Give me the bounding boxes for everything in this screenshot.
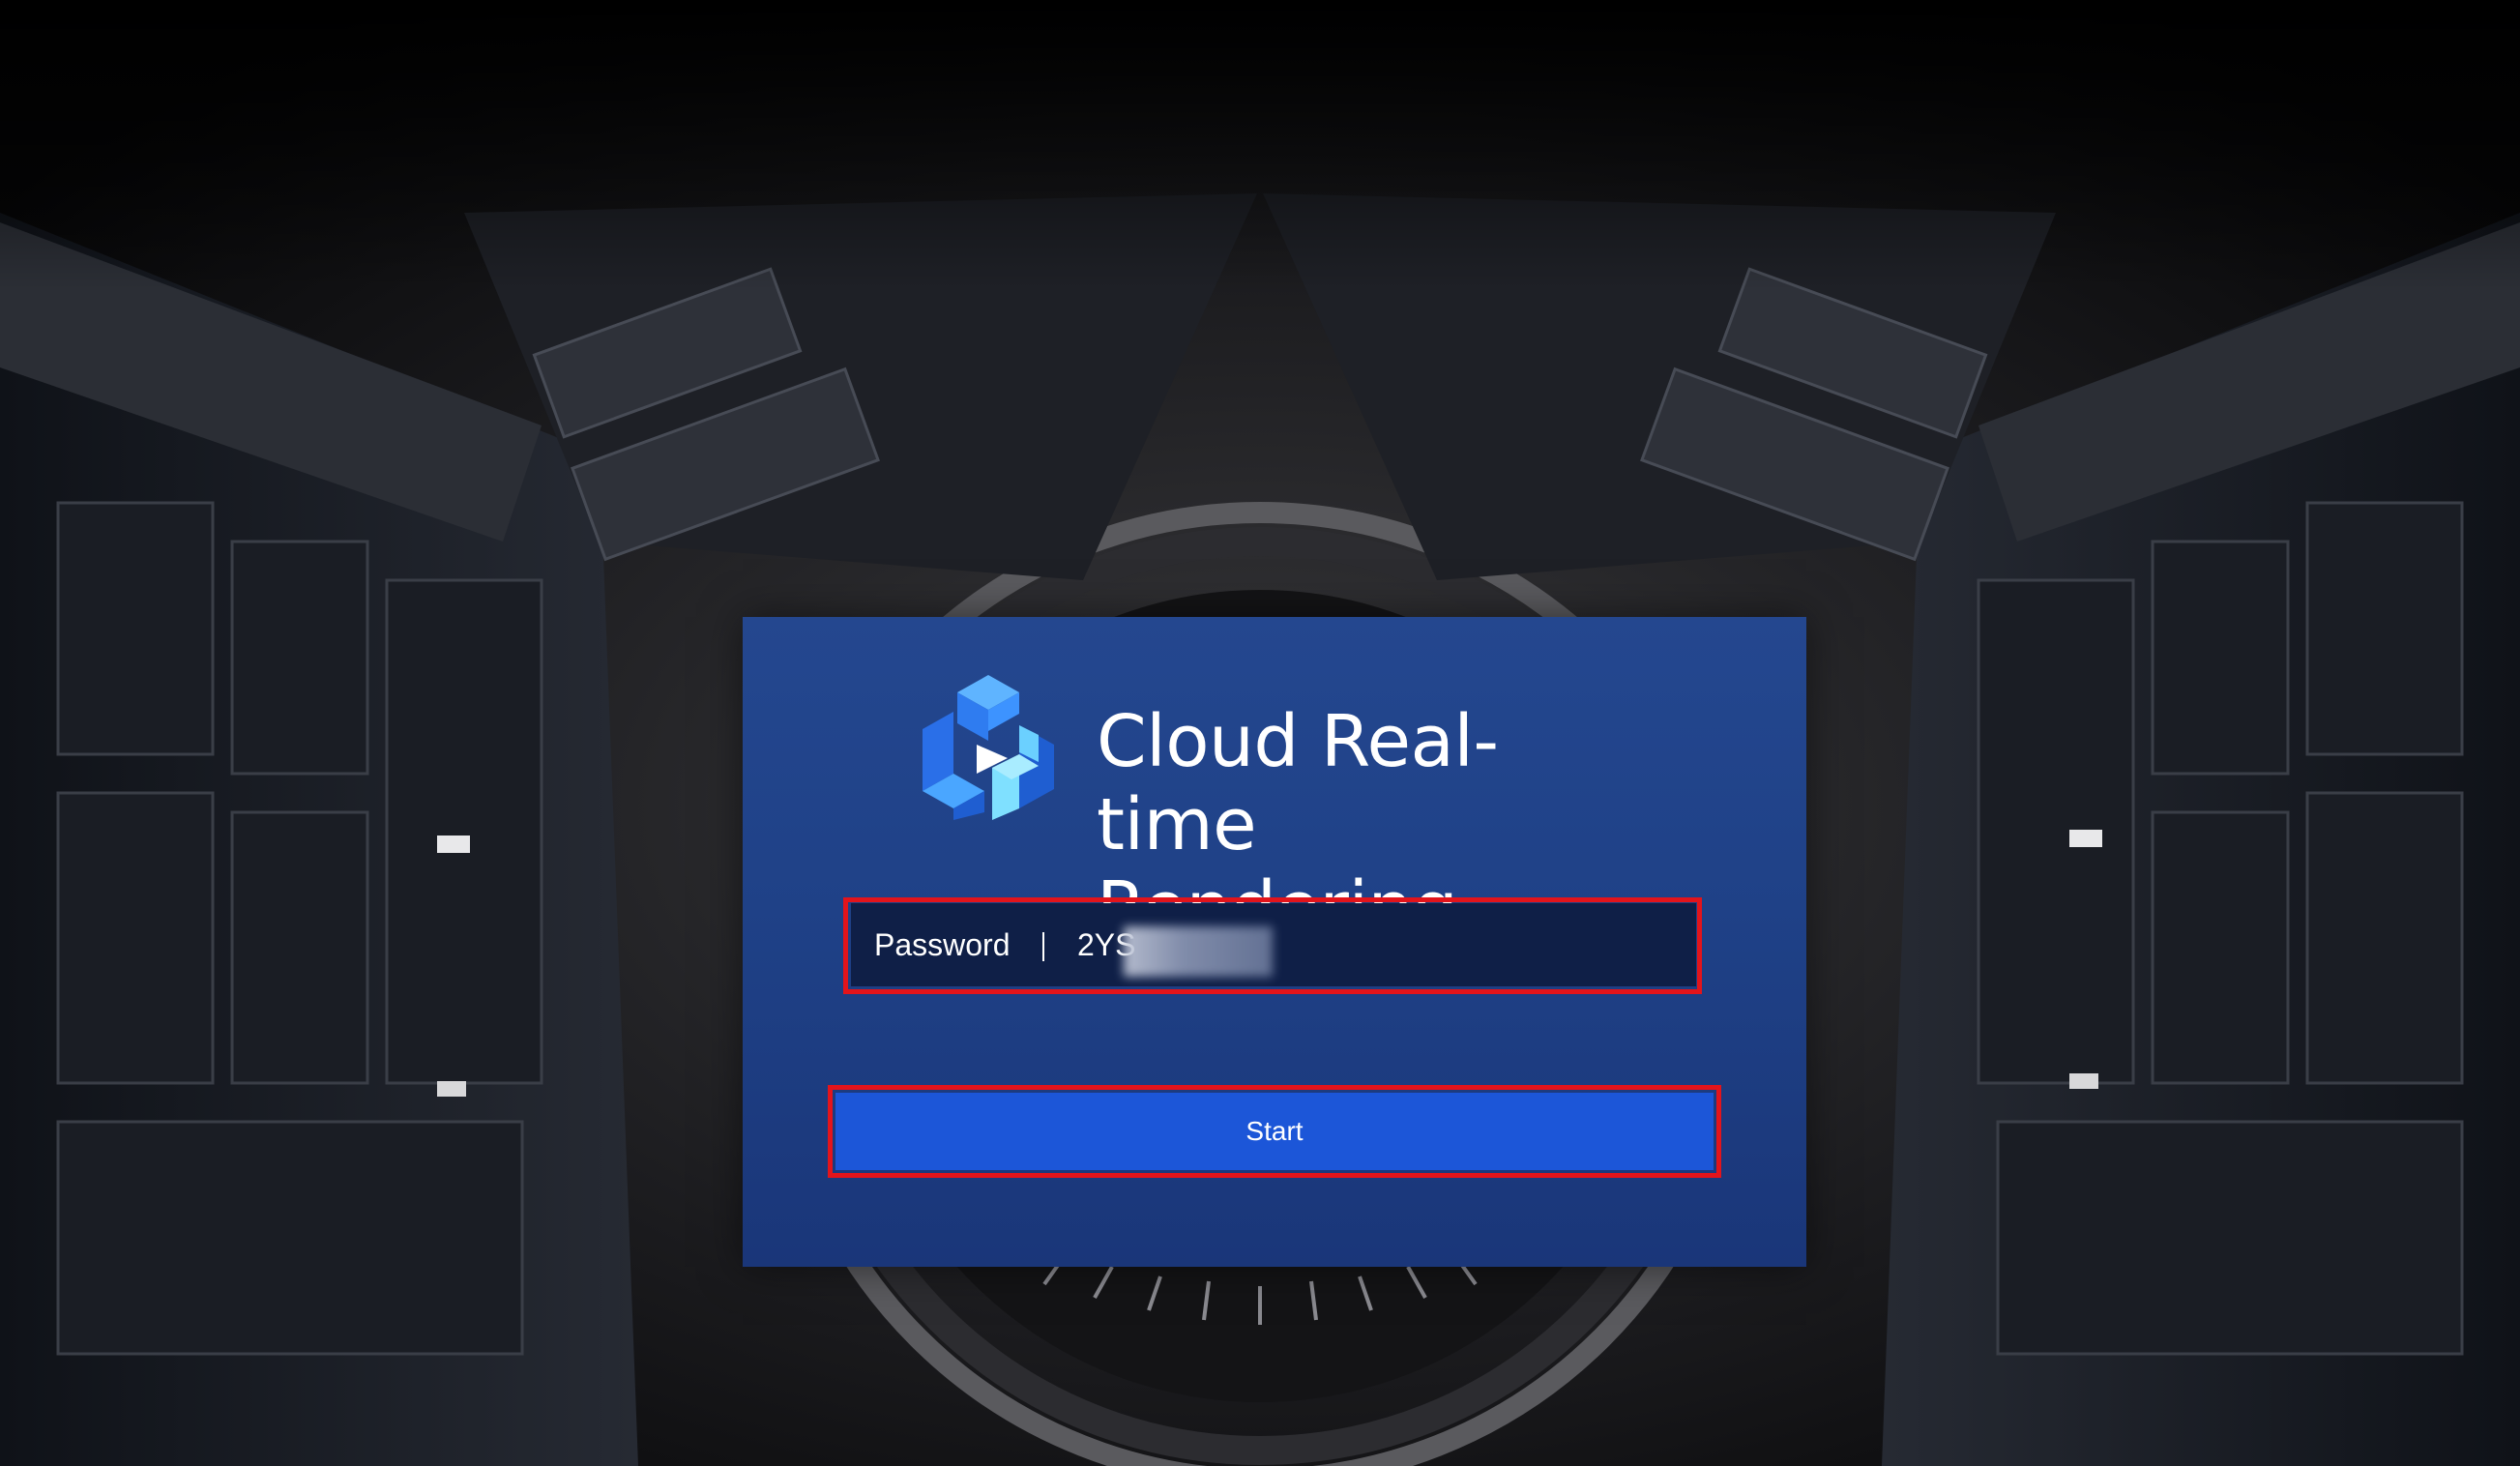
brand-header: Cloud Real-time Rendering [919, 665, 1654, 950]
field-divider [1042, 932, 1044, 961]
start-button[interactable]: Start [835, 1093, 1714, 1170]
login-screen: Cloud Real-time Rendering Password 2YS S… [0, 0, 2520, 1466]
redacted-password-mask [1124, 926, 1273, 977]
login-card: Cloud Real-time Rendering Password 2YS S… [743, 617, 1806, 1267]
password-field[interactable]: Password 2YS [851, 903, 1696, 986]
cube-logo-icon [923, 675, 1054, 820]
password-label: Password [874, 927, 1011, 962]
